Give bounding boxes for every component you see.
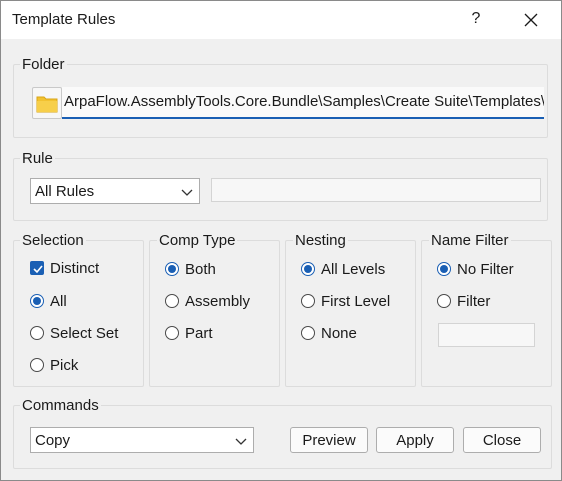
radio-unselected [165,326,179,340]
radio-unselected [30,358,44,372]
checkbox-checked [30,261,44,275]
radio-selected [30,294,44,308]
distinct-label: Distinct [50,260,100,277]
radio-label: All Levels [321,261,386,278]
folder-icon [36,96,58,113]
radio-label: No Filter [457,261,514,278]
title-bar: Template Rules ? [1,1,561,39]
close-icon [524,13,538,27]
radio-unselected [437,294,451,308]
command-select-value: Copy [35,432,71,449]
radio-unselected [165,294,179,308]
radio-selected [437,262,451,276]
radio-label: Select Set [50,325,119,342]
rule-select-value: All Rules [35,183,95,200]
command-select[interactable]: Copy [30,427,254,453]
radio-label: Pick [50,357,79,374]
window-title: Template Rules [12,11,116,28]
browse-folder-button[interactable] [32,87,62,119]
rule-legend: Rule [20,150,55,167]
name-filter-legend: Name Filter [429,232,511,249]
folder-legend: Folder [20,56,67,73]
radio-unselected [30,326,44,340]
radio-label: Part [185,325,213,342]
radio-label: Filter [457,293,491,310]
apply-button[interactable]: Apply [376,427,454,453]
preview-button[interactable]: Preview [290,427,368,453]
radio-selected [165,262,179,276]
selection-legend: Selection [20,232,86,249]
radio-unselected [301,326,315,340]
radio-label: None [321,325,357,342]
rule-text-field[interactable] [211,178,541,202]
radio-label: First Level [321,293,391,310]
chevron-down-icon [235,438,247,445]
radio-label: All [50,293,67,310]
close-window-button[interactable] [517,7,545,33]
close-button[interactable]: Close [463,427,541,453]
name-filter-text-field[interactable] [438,323,535,347]
radio-unselected [301,294,315,308]
comp-type-legend: Comp Type [157,232,238,249]
commands-legend: Commands [20,397,101,414]
template-rules-dialog: Template Rules ? Folder ArpaFlow.Assembl… [0,0,562,481]
radio-label: Both [185,261,216,278]
folder-path-input[interactable]: ArpaFlow.AssemblyTools.Core.Bundle\Sampl… [62,87,544,119]
radio-selected [301,262,315,276]
chevron-down-icon [181,189,193,196]
help-button[interactable]: ? [465,7,487,31]
nesting-legend: Nesting [293,232,348,249]
radio-label: Assembly [185,293,251,310]
checkmark-icon [33,265,43,274]
rule-select[interactable]: All Rules [30,178,200,204]
